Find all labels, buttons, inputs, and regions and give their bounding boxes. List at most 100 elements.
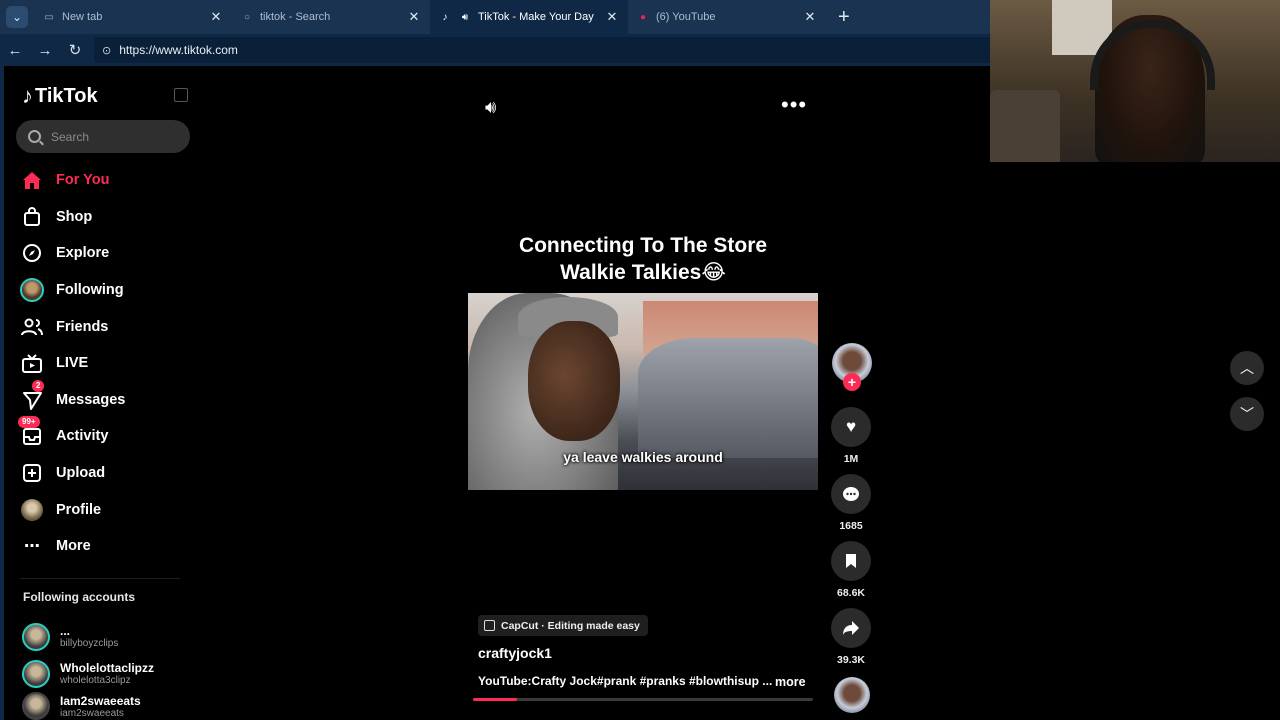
tab-label: tiktok - Search bbox=[260, 11, 331, 23]
close-tab-icon[interactable]: ✕ bbox=[802, 9, 818, 25]
account-handle: wholelotta3clipz bbox=[60, 675, 131, 686]
inbox-icon: 99+ bbox=[18, 416, 44, 448]
sidebar-item-label: Upload bbox=[56, 465, 106, 482]
site-info-icon[interactable]: ⊙ bbox=[102, 44, 111, 57]
page-icon: ▭ bbox=[44, 11, 54, 23]
plus-square-icon bbox=[20, 461, 44, 485]
description-more-button[interactable]: more bbox=[775, 675, 806, 689]
ellipsis-icon: ⋯ bbox=[24, 538, 40, 556]
video-person-face bbox=[528, 321, 620, 441]
more-options-icon[interactable]: ••• bbox=[781, 92, 807, 118]
video-caption: Connecting To The Store Walkie Talkies😂 bbox=[468, 232, 818, 286]
list-item[interactable]: Wholelottaclipzz wholelotta3clipz bbox=[22, 655, 192, 692]
sidebar-item-label: For You bbox=[56, 172, 110, 189]
sidebar-item-more[interactable]: ⋯ More bbox=[20, 528, 190, 565]
url-text: https://www.tiktok.com bbox=[119, 43, 238, 57]
sidebar-item-live[interactable]: LIVE bbox=[20, 345, 190, 382]
next-video-button[interactable]: ﹀ bbox=[1230, 397, 1264, 431]
share-arrow-icon[interactable] bbox=[831, 608, 871, 648]
capcut-label: CapCut · Editing made easy bbox=[501, 619, 640, 632]
close-tab-icon[interactable]: ✕ bbox=[208, 9, 224, 25]
avatar bbox=[22, 622, 50, 651]
sidebar-item-label: Friends bbox=[56, 318, 109, 335]
tab-label: New tab bbox=[62, 11, 103, 23]
search-box[interactable] bbox=[16, 120, 190, 153]
comment-action[interactable]: 1685 bbox=[831, 474, 871, 533]
comment-icon[interactable] bbox=[831, 474, 871, 514]
tab-tiktok[interactable]: ♪ 🔊︎ TikTok - Make Your Day ✕ bbox=[430, 0, 628, 34]
tab-tiktok-search[interactable]: ○ tiktok - Search ✕ bbox=[232, 0, 430, 34]
home-icon bbox=[20, 168, 44, 192]
like-count: 1M bbox=[843, 453, 859, 465]
sidebar-item-friends[interactable]: Friends bbox=[20, 308, 190, 345]
bookmark-icon[interactable] bbox=[831, 541, 871, 581]
sidebar-divider bbox=[20, 578, 180, 579]
friends-icon bbox=[20, 315, 44, 339]
search-input[interactable] bbox=[51, 129, 171, 144]
sidebar-item-upload[interactable]: Upload bbox=[20, 455, 190, 492]
list-item[interactable]: ... billyboyzclips bbox=[22, 618, 192, 655]
messages-badge: 2 bbox=[32, 379, 45, 392]
back-arrow-icon[interactable]: ← bbox=[0, 42, 30, 59]
close-tab-icon[interactable]: ✕ bbox=[406, 9, 422, 25]
new-tab-plus-icon[interactable]: + bbox=[838, 6, 850, 29]
video-subtitle: ya leave walkies around bbox=[563, 449, 723, 465]
sidebar-item-for-you[interactable]: For You bbox=[20, 162, 190, 199]
previous-video-button[interactable]: ︿ bbox=[1230, 351, 1264, 385]
chevron-down-icon: ⌄ bbox=[11, 10, 23, 24]
following-accounts-title: Following accounts bbox=[23, 590, 136, 604]
sidebar-item-explore[interactable]: Explore bbox=[20, 235, 190, 272]
youtube-favicon-icon: ● bbox=[639, 11, 647, 23]
save-action[interactable]: 68.6K bbox=[831, 541, 871, 600]
reload-icon[interactable]: ↻ bbox=[60, 41, 90, 59]
volume-icon[interactable]: 🔊︎ bbox=[485, 97, 496, 118]
creator-avatar[interactable]: + bbox=[832, 343, 872, 391]
caption-line: Walkie Talkies😂 bbox=[560, 261, 726, 284]
sidebar-item-activity[interactable]: 99+ Activity bbox=[18, 416, 190, 455]
tab-label: (6) YouTube bbox=[656, 11, 716, 23]
follow-plus-icon[interactable]: + bbox=[843, 373, 861, 391]
forward-arrow-icon[interactable]: → bbox=[30, 42, 60, 59]
sidebar-item-profile[interactable]: Profile bbox=[20, 491, 190, 528]
heart-icon[interactable]: ♥ bbox=[831, 407, 871, 447]
sidebar-item-messages[interactable]: 2 Messages bbox=[20, 379, 190, 419]
avatar bbox=[22, 692, 50, 720]
list-item[interactable]: Iam2swaeeats iam2swaeeats bbox=[22, 692, 192, 720]
sidebar-item-label: Following bbox=[56, 282, 124, 299]
avatar bbox=[21, 498, 43, 521]
tab-label: TikTok - Make Your Day bbox=[478, 11, 594, 23]
capcut-anchor[interactable]: CapCut · Editing made easy bbox=[478, 615, 648, 636]
tiktok-logo[interactable]: ♪ TikTok bbox=[22, 83, 98, 109]
search-icon: ○ bbox=[243, 11, 251, 23]
speaker-icon[interactable]: 🔊︎ bbox=[458, 10, 472, 24]
paper-plane-icon: 2 bbox=[20, 379, 45, 412]
search-icon bbox=[28, 130, 41, 143]
tab-new-tab[interactable]: ▭ New tab ✕ bbox=[34, 0, 232, 34]
video-author[interactable]: craftyjock1 bbox=[478, 645, 552, 661]
chevron-up-icon: ︿ bbox=[1240, 360, 1254, 376]
like-action[interactable]: ♥ 1M bbox=[831, 407, 871, 466]
sidebar-item-label: More bbox=[56, 538, 91, 555]
tab-youtube[interactable]: ● (6) YouTube ✕ bbox=[628, 0, 826, 34]
close-tab-icon[interactable]: ✕ bbox=[604, 9, 620, 25]
tiktok-note-icon: ♪ bbox=[22, 83, 33, 108]
sidebar-item-following[interactable]: Following bbox=[20, 272, 190, 309]
account-name: ... bbox=[60, 624, 71, 638]
music-disc-avatar[interactable] bbox=[834, 677, 870, 713]
progress-fill bbox=[473, 698, 518, 701]
avatar bbox=[20, 278, 44, 303]
sidebar-item-label: Shop bbox=[56, 208, 93, 225]
avatar bbox=[22, 659, 50, 688]
sidebar-item-shop[interactable]: Shop bbox=[20, 199, 190, 236]
shopping-bag-icon bbox=[20, 205, 44, 229]
video-car bbox=[638, 338, 818, 458]
sidebar-item-label: Activity bbox=[56, 428, 109, 445]
share-action[interactable]: 39.3K bbox=[831, 608, 871, 667]
tab-list-button[interactable]: ⌄ bbox=[6, 6, 28, 28]
collapse-sidebar-icon[interactable] bbox=[174, 88, 188, 102]
sidebar-item-label: LIVE bbox=[56, 355, 89, 372]
video-progress-bar[interactable] bbox=[473, 698, 813, 701]
sidebar-nav: For You Shop Explore Following Friends L… bbox=[18, 162, 190, 565]
sidebar-item-label: Explore bbox=[56, 245, 110, 262]
following-avatar-icon bbox=[20, 278, 44, 303]
